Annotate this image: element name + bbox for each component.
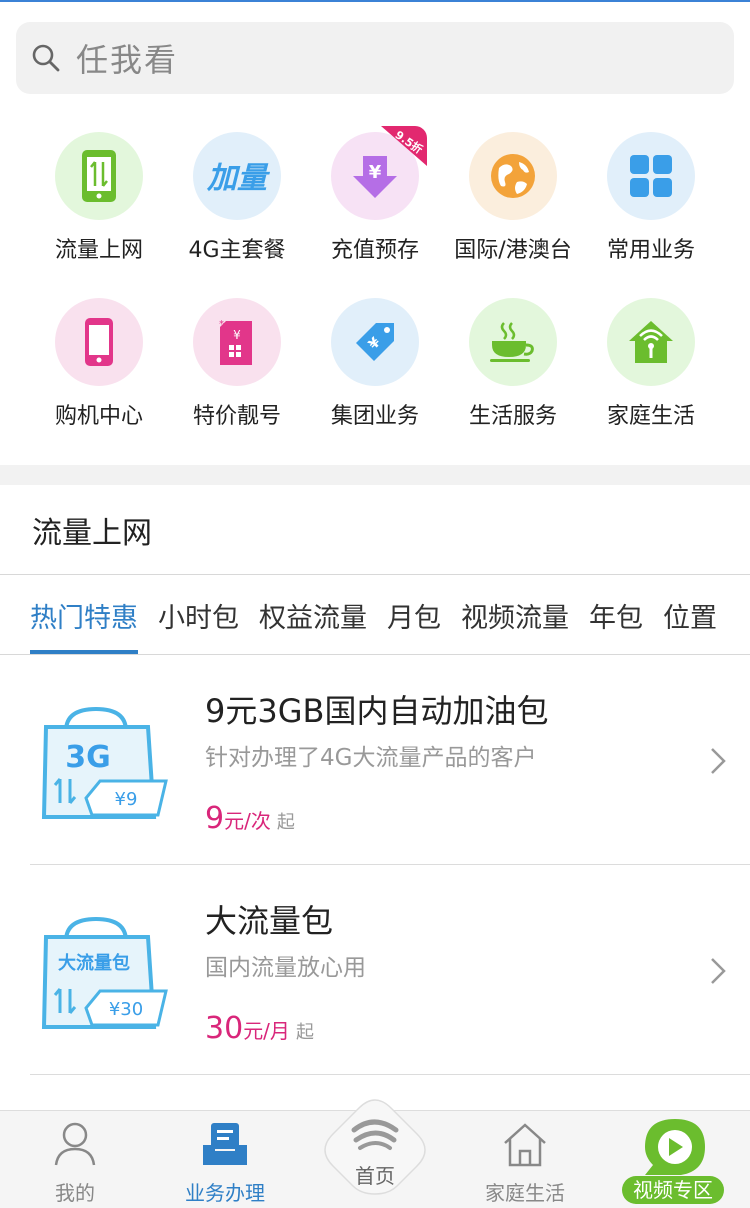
- grid-icon-circle: [55, 132, 143, 220]
- nav-business[interactable]: 业务办理: [150, 1111, 300, 1208]
- tab-hourly[interactable]: 小时包: [158, 596, 239, 654]
- grid-item-enterprise[interactable]: ¥ 集团业务: [306, 298, 444, 430]
- product-price: 30元/月起: [205, 1011, 314, 1046]
- grid-icon-circle: 加量: [193, 132, 281, 220]
- grid-label: 充值预存: [330, 238, 419, 263]
- grid-label: 特价靓号: [192, 404, 281, 429]
- person-icon: [54, 1122, 96, 1166]
- price-value: 30: [205, 1011, 244, 1046]
- price-from: 起: [276, 812, 295, 833]
- nav-home-label: 首页: [355, 1164, 395, 1188]
- tab-video-data[interactable]: 视频流量: [461, 596, 569, 654]
- tab-yearly[interactable]: 年包: [589, 596, 643, 654]
- section-title: 流量上网: [32, 516, 152, 551]
- grid-label: 集团业务: [330, 404, 419, 429]
- shopping-bag-icon: 大流量包 ¥30: [41, 916, 168, 1029]
- house-icon: [504, 1123, 546, 1167]
- jialiang-text-icon: 加量: [206, 161, 271, 196]
- price-from: 起: [295, 1022, 314, 1043]
- top-accent-line: [0, 0, 750, 2]
- grid-label: 生活服务: [468, 404, 557, 429]
- nav-me[interactable]: 我的: [0, 1111, 150, 1208]
- grid-label: 4G主套餐: [188, 238, 286, 263]
- thumb-label: 3G: [65, 740, 111, 775]
- grid-label: 家庭生活: [606, 404, 695, 429]
- grid-icon-circle: [469, 132, 557, 220]
- grid-icon-circle: ¥ *: [193, 298, 281, 386]
- thumb-label: 大流量包: [58, 952, 130, 974]
- product-price: 9元/次起: [205, 801, 295, 836]
- grid-icon-circle: ¥ 9.5折: [331, 126, 427, 220]
- grid-item-recharge[interactable]: ¥ 9.5折 充值预存: [306, 126, 444, 264]
- search-bar[interactable]: 任我看: [16, 22, 734, 94]
- grid-label: 国际/港澳台: [454, 238, 572, 263]
- discount-badge-icon: 9.5折: [381, 126, 427, 166]
- grid-icon-circle: [607, 298, 695, 386]
- svg-text:加量: 加量: [206, 161, 271, 196]
- price-unit: 元/月: [243, 1019, 290, 1043]
- divider: [0, 654, 750, 655]
- section-separator: [0, 465, 750, 485]
- product-item[interactable]: 3G ¥9 9元3GB国内自动加油包 针对办理了4G大流量产品的客户 9元/次起: [30, 656, 750, 866]
- video-play-icon: [645, 1119, 705, 1175]
- search-placeholder: 任我看: [76, 41, 179, 79]
- thumb-price: ¥30: [109, 999, 143, 1020]
- thumb-price: ¥9: [115, 789, 138, 810]
- nav-label: 家庭生活: [485, 1181, 565, 1205]
- grid-label: 购机中心: [54, 404, 143, 429]
- chevron-right-icon: [711, 748, 726, 774]
- svg-text:*: *: [219, 319, 224, 330]
- tab-hot-deals[interactable]: 热门特惠: [30, 596, 138, 654]
- category-tabs: 热门特惠 小时包 权益流量 月包 视频流量 年包 位置: [30, 596, 750, 654]
- four-squares-icon: [630, 155, 672, 197]
- price-tag-icon: ¥: [356, 323, 394, 361]
- grid-label: 流量上网: [54, 238, 143, 263]
- coffee-cup-icon: [490, 322, 534, 362]
- grid-item-4g-plan[interactable]: 加量 4G主套餐: [168, 132, 306, 264]
- grid-item-data[interactable]: 流量上网: [30, 132, 168, 264]
- product-item[interactable]: 大流量包 ¥30 大流量包 国内流量放心用 30元/月起: [30, 866, 750, 1076]
- globe-icon: [491, 154, 535, 198]
- divider: [0, 574, 750, 575]
- phone-data-icon: [82, 150, 116, 202]
- product-desc: 针对办理了4G大流量产品的客户: [205, 745, 537, 771]
- sim-card-icon: ¥*: [219, 319, 252, 365]
- grid-icon-circle: [607, 132, 695, 220]
- business-tray-icon: [203, 1123, 247, 1165]
- grid-icon-circle: ¥: [331, 298, 419, 386]
- tab-benefit-data[interactable]: 权益流量: [259, 596, 367, 654]
- nav-video-label[interactable]: 视频专区: [622, 1176, 724, 1204]
- grid-label: 常用业务: [606, 238, 695, 263]
- nav-family[interactable]: 家庭生活: [450, 1111, 600, 1208]
- product-desc: 国内流量放心用: [205, 955, 366, 981]
- product-title: 大流量包: [205, 902, 334, 940]
- grid-item-international[interactable]: 国际/港澳台: [444, 132, 582, 264]
- shopping-bag-icon: 3G ¥9: [41, 706, 168, 819]
- home-wifi-icon: [629, 321, 673, 363]
- grid-item-life[interactable]: 生活服务: [444, 298, 582, 430]
- mobile-phone-icon: [85, 318, 113, 366]
- search-icon: [32, 44, 60, 72]
- nav-label: 我的: [55, 1181, 95, 1205]
- grid-item-special-number[interactable]: ¥ * 特价靓号: [168, 298, 306, 430]
- tab-monthly[interactable]: 月包: [387, 596, 441, 654]
- svg-text:¥: ¥: [233, 328, 241, 342]
- divider: [30, 1074, 750, 1075]
- grid-icon-circle: [55, 298, 143, 386]
- grid-item-phones[interactable]: 购机中心: [30, 298, 168, 430]
- grid-item-common[interactable]: 常用业务: [582, 132, 720, 264]
- chevron-right-icon: [711, 958, 726, 984]
- grid-icon-circle: [469, 298, 557, 386]
- divider: [30, 864, 750, 865]
- grid-item-family[interactable]: 家庭生活: [582, 298, 720, 430]
- price-value: 9: [205, 801, 225, 836]
- price-unit: 元/次: [224, 809, 271, 833]
- product-title: 9元3GB国内自动加油包: [205, 692, 549, 730]
- tab-location[interactable]: 位置: [663, 596, 717, 654]
- nav-label: 业务办理: [185, 1181, 265, 1205]
